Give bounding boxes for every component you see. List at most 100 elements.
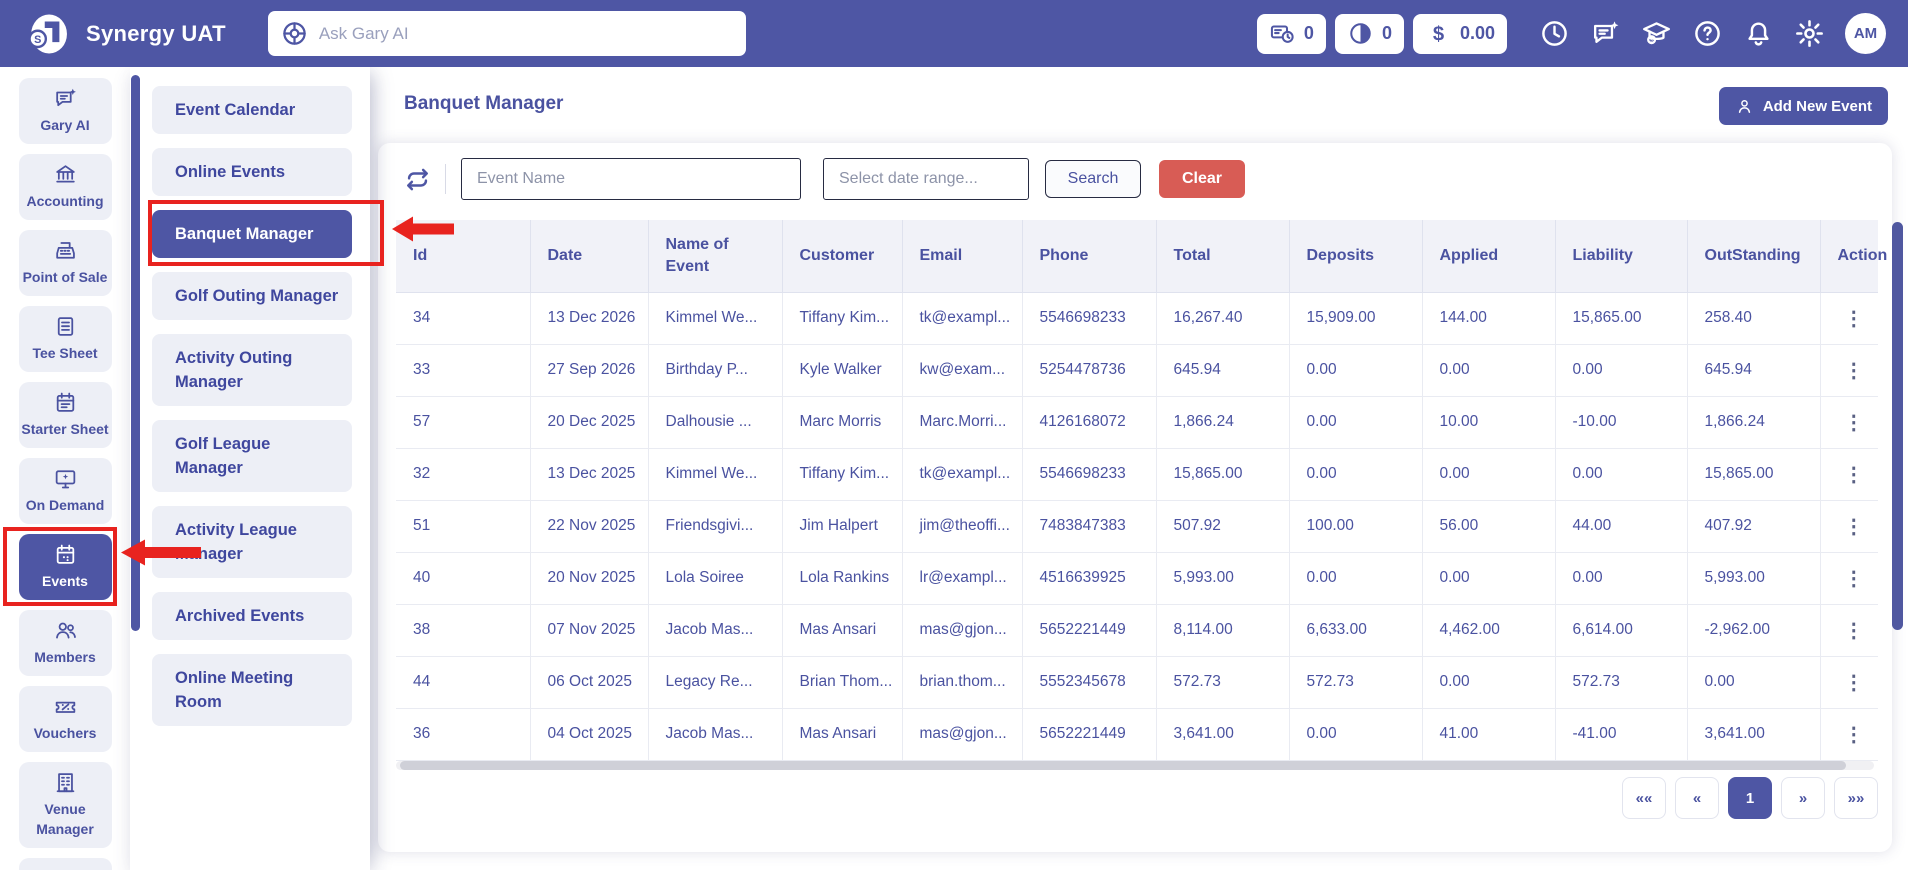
column-header-applied[interactable]: Applied [1422, 220, 1555, 292]
row-actions-button[interactable]: ⋮ [1820, 656, 1878, 708]
table-header-row: IdDateName of EventCustomerEmailPhoneTot… [396, 220, 1878, 292]
refresh-swap-icon[interactable] [404, 166, 431, 193]
table-cell: 645.94 [1687, 344, 1820, 396]
submenu-item-event-calendar[interactable]: Event Calendar [152, 86, 352, 134]
prev-page-button[interactable]: « [1675, 777, 1719, 819]
table-cell: Birthday P... [648, 344, 782, 396]
row-actions-button[interactable]: ⋮ [1820, 396, 1878, 448]
row-actions-button[interactable]: ⋮ [1820, 500, 1878, 552]
table-cell: 0.00 [1289, 552, 1422, 604]
column-header-name-of-event[interactable]: Name of Event [648, 220, 782, 292]
learning-icon[interactable]: s [1641, 18, 1672, 49]
row-actions-button[interactable]: ⋮ [1820, 292, 1878, 344]
next-page-button[interactable]: » [1781, 777, 1825, 819]
banquet-table-card: Search Clear IdDateName of EventCustomer… [378, 143, 1892, 852]
table-cell: 5,993.00 [1156, 552, 1289, 604]
kebab-menu-icon: ⋮ [1844, 412, 1864, 434]
table-cell: tk@exampl... [902, 448, 1022, 500]
submenu-item-activity-outing-manager[interactable]: Activity Outing Manager [152, 334, 352, 406]
add-new-event-button[interactable]: Add New Event [1719, 87, 1888, 125]
header-badge-time-clock[interactable]: 0 [1257, 14, 1326, 54]
table-row: 3807 Nov 2025Jacob Mas...Mas Ansarimas@g… [396, 604, 1878, 656]
sidebar-item-partial[interactable] [19, 858, 112, 870]
row-actions-button[interactable]: ⋮ [1820, 344, 1878, 396]
column-header-outstanding[interactable]: OutStanding [1687, 220, 1820, 292]
row-actions-button[interactable]: ⋮ [1820, 552, 1878, 604]
first-page-button[interactable]: «« [1622, 777, 1666, 819]
column-header-deposits[interactable]: Deposits [1289, 220, 1422, 292]
sidebar-item-vouchers[interactable]: Vouchers [19, 686, 112, 752]
ask-gary-ai-input[interactable] [319, 24, 733, 44]
table-cell: 10.00 [1422, 396, 1555, 448]
settings-icon[interactable] [1794, 18, 1825, 49]
table-vertical-scrollbar[interactable] [1892, 222, 1903, 630]
table-horizontal-scrollbar[interactable] [396, 761, 1874, 770]
header-badge-half-clock[interactable]: 0 [1335, 14, 1404, 54]
filter-divider [445, 164, 446, 194]
submenu-item-golf-league-manager[interactable]: Golf League Manager [152, 420, 352, 492]
table-cell: 0.00 [1289, 708, 1422, 760]
submenu-item-online-events[interactable]: Online Events [152, 148, 352, 196]
column-header-date[interactable]: Date [530, 220, 648, 292]
horizontal-scrollbar-thumb[interactable] [400, 761, 1846, 770]
help-icon[interactable] [1692, 18, 1723, 49]
submenu-item-golf-outing-manager[interactable]: Golf Outing Manager [152, 272, 352, 320]
column-header-total[interactable]: Total [1156, 220, 1289, 292]
sidebar-item-starter-sheet[interactable]: Starter Sheet [19, 382, 112, 448]
header-badges: 0 0 $0.00 [1257, 14, 1507, 54]
top-header-bar: S Synergy UAT 0 0 $0.00 s AM [0, 0, 1908, 67]
column-header-customer[interactable]: Customer [782, 220, 902, 292]
clear-button[interactable]: Clear [1159, 160, 1245, 198]
sidebar-item-label: Starter Sheet [21, 419, 108, 439]
table-cell: 6,614.00 [1555, 604, 1687, 656]
column-header-phone[interactable]: Phone [1022, 220, 1156, 292]
user-avatar[interactable]: AM [1845, 13, 1886, 54]
table-cell: -10.00 [1555, 396, 1687, 448]
search-button[interactable]: Search [1045, 160, 1141, 198]
submenu-scrollbar[interactable] [131, 75, 140, 631]
events-table: IdDateName of EventCustomerEmailPhoneTot… [396, 220, 1878, 761]
sidebar-item-on-demand[interactable]: On Demand [19, 458, 112, 524]
feedback-icon[interactable] [1590, 18, 1621, 49]
date-range-input[interactable] [823, 158, 1029, 200]
gary-ai-wheel-icon [281, 20, 308, 47]
sidebar-item-venue-manager[interactable]: Venue Manager [19, 762, 112, 848]
sidebar-item-tee-sheet[interactable]: Tee Sheet [19, 306, 112, 372]
submenu-item-banquet-manager[interactable]: Banquet Manager [152, 210, 352, 258]
row-actions-button[interactable]: ⋮ [1820, 604, 1878, 656]
table-cell: 0.00 [1289, 448, 1422, 500]
kebab-menu-icon: ⋮ [1844, 568, 1864, 590]
notifications-icon[interactable] [1743, 18, 1774, 49]
table-cell: 5254478736 [1022, 344, 1156, 396]
header-badge-dollar[interactable]: $0.00 [1413, 14, 1507, 54]
table-cell: 0.00 [1555, 344, 1687, 396]
clock-icon[interactable] [1539, 18, 1570, 49]
table-cell: 20 Dec 2025 [530, 396, 648, 448]
table-row: 5122 Nov 2025Friendsgivi...Jim Halpertji… [396, 500, 1878, 552]
ask-gary-ai-searchbox[interactable] [268, 11, 746, 56]
submenu-item-activity-league-manager[interactable]: Activity League Manager [152, 506, 352, 578]
table-cell: 8,114.00 [1156, 604, 1289, 656]
last-page-button[interactable]: »» [1834, 777, 1878, 819]
sidebar-item-members[interactable]: Members [19, 610, 112, 676]
column-header-action[interactable]: Action [1820, 220, 1878, 292]
table-cell: -2,962.00 [1687, 604, 1820, 656]
chat-sparkle-icon [53, 86, 78, 111]
row-actions-button[interactable]: ⋮ [1820, 708, 1878, 760]
badge-value: 0 [1304, 23, 1314, 44]
column-header-email[interactable]: Email [902, 220, 1022, 292]
submenu-item-label: Online Meeting Room [175, 669, 293, 711]
person-icon [1735, 97, 1754, 116]
table-cell: 507.92 [1156, 500, 1289, 552]
row-actions-button[interactable]: ⋮ [1820, 448, 1878, 500]
column-header-liability[interactable]: Liability [1555, 220, 1687, 292]
page-1-button[interactable]: 1 [1728, 777, 1772, 819]
column-header-id[interactable]: Id [396, 220, 530, 292]
sidebar-item-events[interactable]: Events [19, 534, 112, 600]
event-name-input[interactable] [461, 158, 801, 200]
sidebar-item-gary-ai[interactable]: Gary AI [19, 78, 112, 144]
submenu-item-archived-events[interactable]: Archived Events [152, 592, 352, 640]
submenu-item-online-meeting-room[interactable]: Online Meeting Room [152, 654, 352, 726]
sidebar-item-accounting[interactable]: Accounting [19, 154, 112, 220]
sidebar-item-point-of-sale[interactable]: Point of Sale [19, 230, 112, 296]
